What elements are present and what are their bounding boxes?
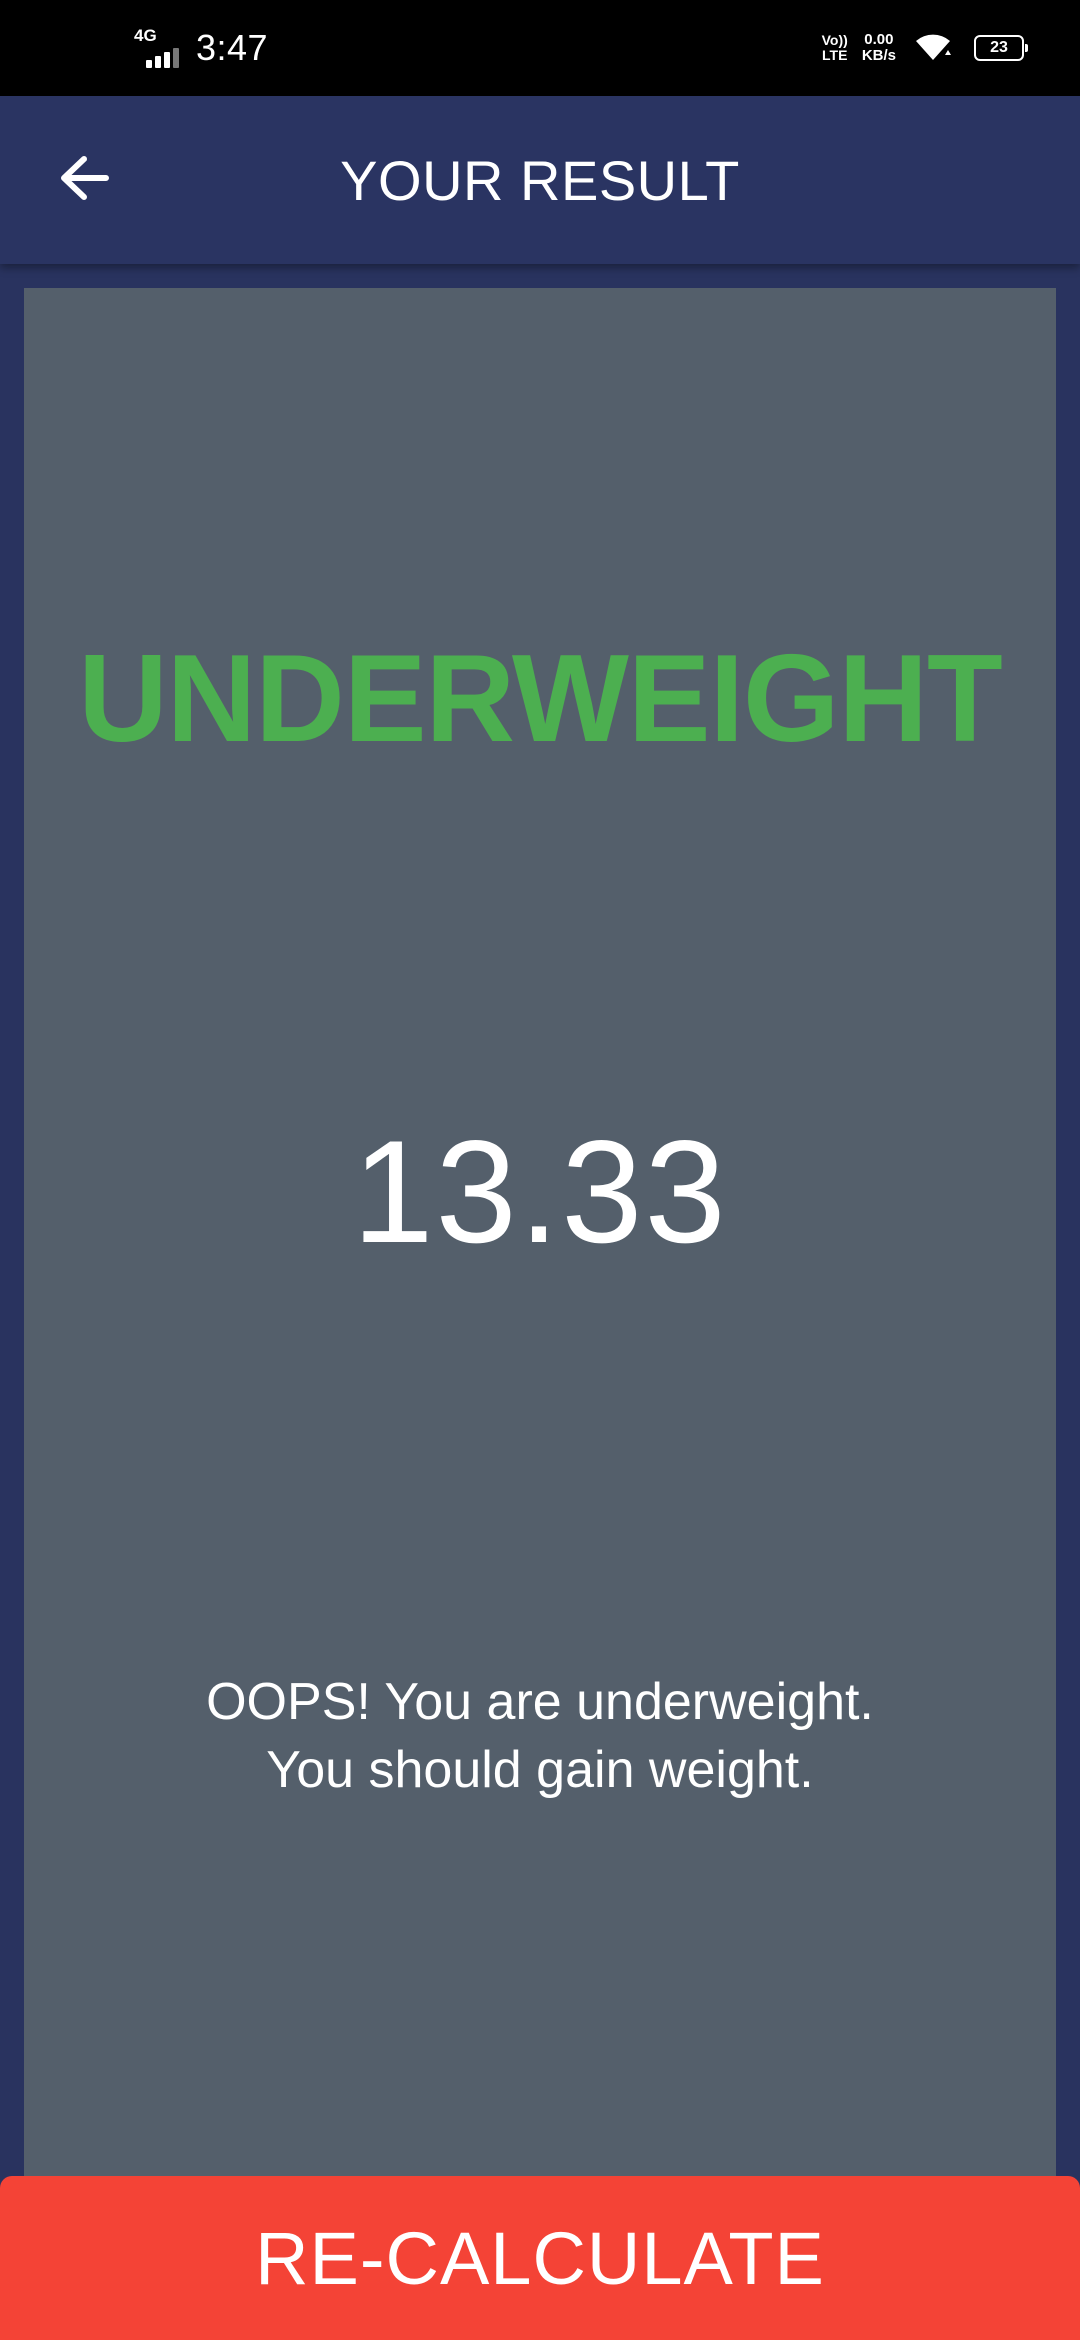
page-title: YOUR RESULT (340, 148, 740, 212)
status-left: 4G 3:47 (134, 0, 268, 96)
battery-level: 23 (990, 39, 1008, 56)
result-card: UNDERWEIGHT 13.33 OOPS! You are underwei… (24, 288, 1056, 2308)
volte-label: Vo)) (821, 32, 848, 48)
back-button[interactable] (46, 142, 122, 218)
result-category: UNDERWEIGHT (78, 630, 1003, 768)
network-speed: 0.00 KB/s (862, 32, 896, 64)
arrow-left-icon (58, 155, 110, 206)
recalculate-button[interactable]: RE-CALCULATE (0, 2176, 1080, 2340)
speed-value: 0.00 (864, 31, 894, 48)
signal-icon: 4G (134, 26, 186, 70)
status-time: 3:47 (196, 27, 269, 68)
result-message: OOPS! You are underweight. You should ga… (84, 1668, 996, 1804)
battery-icon: 23 (974, 35, 1028, 61)
result-message-line2: You should gain weight. (266, 1741, 814, 1799)
result-message-line1: OOPS! You are underweight. (206, 1673, 874, 1731)
network-type: 4G (134, 26, 157, 45)
app-bar: YOUR RESULT (0, 96, 1080, 264)
status-right: Vo)) LTE 0.00 KB/s 23 (822, 0, 1028, 96)
volte-indicator: Vo)) LTE (822, 33, 848, 63)
lte-label: LTE (822, 47, 848, 63)
status-bar: 4G 3:47 Vo)) LTE 0.00 KB/s 23 (0, 0, 1080, 96)
bmi-value: 13.33 (352, 1110, 728, 1273)
speed-unit: KB/s (861, 47, 896, 64)
wifi-icon (914, 31, 952, 66)
